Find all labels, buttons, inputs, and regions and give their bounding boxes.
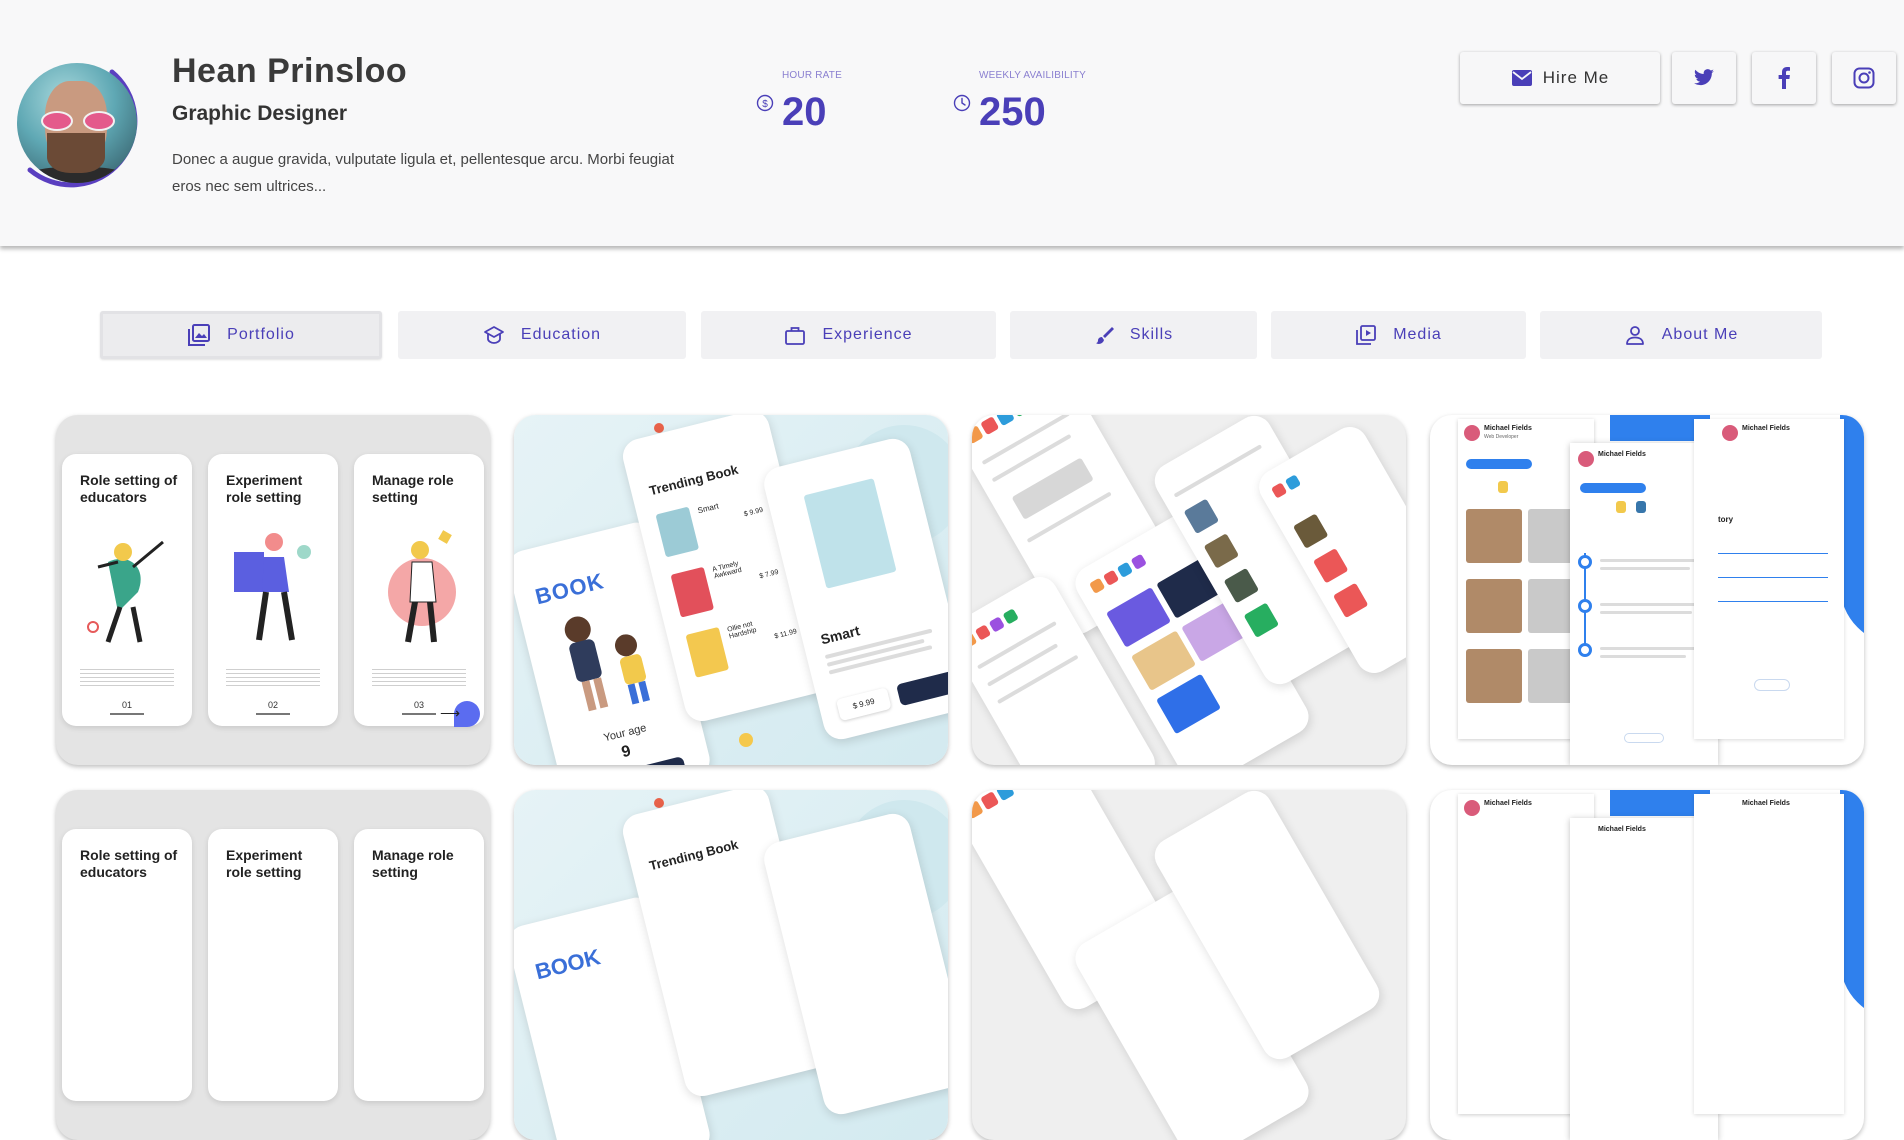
- briefcase-icon: [785, 327, 806, 345]
- book-title: Ollie not Hardship: [726, 620, 758, 641]
- hour-rate-stat: $ HOUR RATE 20: [756, 70, 886, 140]
- app-user-name: Michael Fields: [1742, 425, 1790, 432]
- svg-text:$: $: [762, 99, 768, 110]
- profile-name: Hean Prinsloo: [172, 52, 408, 90]
- tab-portfolio[interactable]: Portfolio: [100, 311, 382, 359]
- onboarding-screen: Manage role setting 03: [354, 454, 484, 726]
- app-user-role: Web Developer: [1484, 434, 1519, 440]
- tab-portfolio-label: Portfolio: [227, 326, 295, 343]
- onboarding-title: Manage role setting: [372, 472, 454, 505]
- onboarding-title: Experiment role setting: [226, 847, 303, 880]
- illustration: [87, 540, 164, 643]
- detail-price: $ 9.99: [835, 687, 892, 722]
- portfolio-card-list-app[interactable]: [972, 415, 1406, 765]
- clock-icon: [953, 94, 971, 112]
- book-title: Smart: [696, 501, 720, 516]
- tab-education[interactable]: Education: [398, 311, 686, 359]
- book-logo: BOOK: [532, 944, 603, 985]
- graduation-cap-icon: [484, 326, 504, 344]
- mail-icon: [1511, 70, 1532, 86]
- hour-rate-label: HOUR RATE: [782, 70, 842, 81]
- brush-icon: [1095, 327, 1114, 344]
- facebook-icon: [1778, 67, 1790, 89]
- detail-book-title: Smart: [818, 622, 862, 648]
- person-icon: [1625, 326, 1644, 345]
- book-price: $ 7.99: [758, 568, 780, 581]
- instagram-button[interactable]: [1832, 52, 1896, 104]
- portfolio-card-onboarding[interactable]: Role setting of educators Experiment rol…: [56, 790, 490, 1140]
- trending-heading: Trending Book: [647, 461, 740, 499]
- weekly-availability-value: 250: [979, 90, 1046, 134]
- tab-skills[interactable]: Skills: [1010, 311, 1257, 359]
- app-user-name: Michael Fields: [1484, 800, 1532, 807]
- tab-skills-label: Skills: [1129, 326, 1174, 343]
- profile-screen-right: Michael Fields tory: [1694, 419, 1844, 739]
- tab-experience-label: Experience: [822, 326, 913, 343]
- portfolio-card-profile-app[interactable]: Michael Fields Michael Fields Michael Fi…: [1430, 790, 1864, 1140]
- age-value: 9: [619, 742, 633, 762]
- hour-rate-value: 20: [782, 90, 827, 134]
- portfolio-card-list-app[interactable]: [972, 790, 1406, 1140]
- app-section-title: tory: [1718, 515, 1734, 524]
- children-illustration: [564, 616, 650, 712]
- profile-header: Hean Prinsloo Graphic Designer Donec a a…: [0, 0, 1904, 246]
- portfolio-card-book-app[interactable]: BOOK Your age 9 Trending Book Smart $ 9.…: [514, 415, 948, 765]
- book-price: $ 9.99: [743, 506, 764, 519]
- illustration: [234, 533, 311, 641]
- onboarding-title: Role setting of educators: [80, 472, 178, 505]
- onboarding-title: Experiment role setting: [226, 472, 303, 505]
- trending-heading: Trending Book: [647, 836, 740, 874]
- age-label: Your age: [602, 722, 648, 745]
- portfolio-card-onboarding[interactable]: Role setting of educators 01 Experiment …: [56, 415, 490, 765]
- portfolio-card-book-app[interactable]: BOOK Trending Book: [514, 790, 948, 1140]
- illustration: [388, 530, 456, 643]
- next-arrow-icon: ⟶: [440, 701, 480, 727]
- image-icon: [188, 324, 211, 346]
- facebook-button[interactable]: [1752, 52, 1816, 104]
- app-user-name: Michael Fields: [1598, 826, 1646, 833]
- instagram-icon: [1853, 67, 1875, 89]
- onboarding-title: Manage role setting: [372, 847, 454, 880]
- onboarding-screen: Experiment role setting 02: [208, 454, 338, 726]
- tab-education-label: Education: [520, 326, 602, 343]
- avatar-photo: [17, 63, 137, 183]
- tab-about-me-label: About Me: [1661, 326, 1739, 343]
- onboarding-page-number: 02: [267, 700, 278, 710]
- onboarding-screen: Role setting of educators 01: [62, 454, 192, 726]
- tab-media-label: Media: [1393, 326, 1442, 343]
- app-user-name: Michael Fields: [1598, 451, 1646, 458]
- video-library-icon: [1356, 325, 1377, 345]
- tab-about-me[interactable]: About Me: [1540, 311, 1822, 359]
- book-logo: BOOK: [532, 568, 607, 610]
- book-price: $ 11.99: [773, 628, 798, 641]
- weekly-availability-label: WEEKLY AVAILIBILITY: [979, 70, 1086, 81]
- portfolio-card-profile-app[interactable]: Michael Fields Web Developer Michael Fie…: [1430, 415, 1864, 765]
- hire-me-label: Hire Me: [1542, 68, 1610, 87]
- onboarding-page-number: 01: [121, 700, 132, 710]
- app-user-name: Michael Fields: [1742, 800, 1790, 807]
- hire-me-button[interactable]: Hire Me: [1460, 52, 1660, 104]
- avatar: [12, 58, 146, 192]
- profile-role: Graphic Designer: [172, 102, 348, 125]
- weekly-availability-stat: WEEKLY AVAILIBILITY 250: [953, 70, 1093, 140]
- profile-bio: Donec a augue gravida, vulputate ligula …: [172, 151, 674, 195]
- twitter-icon: [1694, 69, 1714, 86]
- app-user-name: Michael Fields: [1484, 425, 1532, 432]
- dollar-circle-icon: $: [756, 94, 774, 112]
- book-title: A Timely Awkward: [711, 560, 743, 581]
- tab-media[interactable]: Media: [1271, 311, 1526, 359]
- onboarding-title: Role setting of educators: [80, 847, 178, 880]
- twitter-button[interactable]: [1672, 52, 1736, 104]
- tab-experience[interactable]: Experience: [701, 311, 996, 359]
